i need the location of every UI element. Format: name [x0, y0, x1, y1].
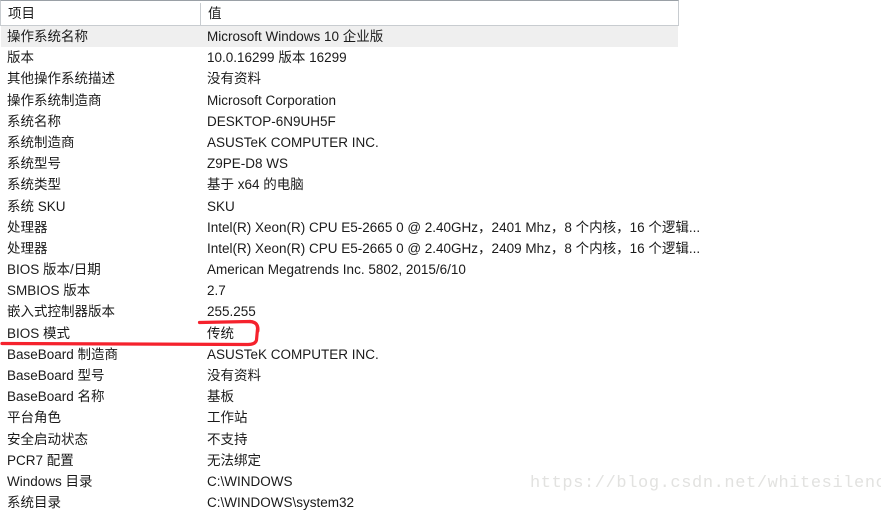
table-row[interactable]: PCR7 配置 无法绑定 [0, 450, 881, 471]
cell-item: 系统目录 [7, 495, 61, 511]
table-row[interactable]: BIOS 版本/日期 American Megatrends Inc. 5802,… [0, 259, 881, 280]
cell-value: 传统 [207, 325, 234, 341]
cell-item: 安全启动状态 [7, 431, 88, 447]
table-row[interactable]: 安全启动状态 不支持 [0, 429, 881, 450]
cell-value: Intel(R) Xeon(R) CPU E5-2665 0 @ 2.40GHz… [207, 240, 701, 256]
cell-item: PCR7 配置 [7, 452, 74, 468]
cell-item: BIOS 版本/日期 [7, 262, 101, 278]
cell-value: 基板 [207, 389, 234, 405]
system-information-table: 项目 值 操作系统名称 Microsoft Windows 10 企业版版本 10.… [0, 0, 881, 510]
cell-value: 没有资料 [207, 368, 261, 383]
cell-item: BaseBoard 制造商 [7, 346, 119, 362]
cell-item: 系统型号 [7, 156, 61, 172]
table-row[interactable]: 处理器 Intel(R) Xeon(R) CPU E5-2665 0 @ 2.40… [0, 217, 881, 238]
cell-item: BaseBoard 名称 [7, 389, 105, 405]
cell-value: 10.0.16299 版本 16299 [207, 50, 347, 66]
table-row[interactable]: 操作系统制造商 Microsoft Corporation [0, 90, 881, 111]
cell-value: American Megatrends Inc. 5802, 2015/6/10 [207, 262, 466, 278]
table-row[interactable]: 系统 SKU SKU [0, 196, 881, 217]
cell-value: 2.7 [207, 283, 226, 299]
table-row[interactable]: 系统型号 Z9PE-D8 WS [0, 153, 881, 174]
table-row[interactable]: 系统名称 DESKTOP-6N9UH5F [0, 111, 881, 132]
cell-value: 没有资料 [207, 71, 261, 87]
cell-value: SKU [207, 198, 235, 214]
table-row[interactable]: 平台角色 工作站 [0, 407, 881, 428]
cell-item: 嵌入式控制器版本 [7, 304, 115, 320]
cell-item: BaseBoard 型号 [7, 368, 105, 383]
table-row[interactable]: 嵌入式控制器版本 255.255 [0, 301, 881, 322]
cell-value: Intel(R) Xeon(R) CPU E5-2665 0 @ 2.40GHz… [207, 219, 701, 235]
cell-item: Windows 目录 [7, 473, 93, 489]
cell-value: 工作站 [207, 410, 248, 426]
column-header-item[interactable]: 项目 [8, 1, 35, 26]
cell-value: DESKTOP-6N9UH5F [207, 113, 336, 129]
cell-value: ASUSTeK COMPUTER INC. [207, 346, 379, 362]
table-row[interactable]: 版本 10.0.16299 版本 16299 [0, 47, 881, 68]
cell-item: SMBIOS 版本 [7, 283, 91, 299]
cell-item: 处理器 [7, 219, 48, 235]
cell-value: Microsoft Corporation [207, 92, 337, 108]
table-body: 操作系统名称 Microsoft Windows 10 企业版版本 10.0.162… [0, 26, 881, 513]
cell-item: 平台角色 [7, 410, 61, 426]
cell-value: 基于 x64 的电脑 [207, 177, 304, 193]
cell-item: BIOS 模式 [7, 325, 71, 341]
table-row[interactable]: 系统目录 C:\WINDOWS\system32 [0, 492, 881, 513]
cell-item: 系统类型 [7, 177, 61, 193]
cell-item: 操作系统名称 [7, 29, 88, 44]
watermark-url: https://blog.csdn.net/whitesilence [530, 474, 881, 493]
table-row[interactable]: BaseBoard 型号 没有资料 [0, 365, 881, 386]
cell-item: 系统制造商 [7, 134, 75, 150]
table-header-row: 项目 值 [0, 0, 679, 26]
cell-value: C:\WINDOWS\system32 [207, 495, 355, 511]
cell-item: 处理器 [7, 240, 48, 256]
column-resize-handle[interactable] [200, 3, 201, 25]
table-row[interactable]: SMBIOS 版本 2.7 [0, 280, 881, 301]
cell-item: 操作系统制造商 [7, 92, 102, 108]
cell-value: Microsoft Windows 10 企业版 [207, 29, 384, 44]
table-row[interactable]: BaseBoard 名称 基板 [0, 386, 881, 407]
cell-item: 系统 SKU [7, 198, 66, 214]
table-row[interactable]: 操作系统名称 Microsoft Windows 10 企业版 [0, 26, 881, 48]
table-row[interactable]: 系统类型 基于 x64 的电脑 [0, 174, 881, 195]
cell-value: 无法绑定 [207, 452, 261, 468]
table-row[interactable]: 其他操作系统描述 没有资料 [0, 68, 881, 89]
cell-value: 不支持 [207, 431, 248, 447]
table-row[interactable]: 处理器 Intel(R) Xeon(R) CPU E5-2665 0 @ 2.40… [0, 238, 881, 259]
cell-item: 版本 [7, 50, 34, 66]
table-row[interactable]: BIOS 模式 传统 [0, 323, 881, 344]
table-row[interactable]: BaseBoard 制造商 ASUSTeK COMPUTER INC. [0, 344, 881, 365]
cell-value: ASUSTeK COMPUTER INC. [207, 134, 379, 150]
cell-value: 255.255 [207, 304, 256, 320]
cell-item: 其他操作系统描述 [7, 71, 115, 87]
cell-item: 系统名称 [7, 113, 61, 129]
table-row[interactable]: 系统制造商 ASUSTeK COMPUTER INC. [0, 132, 881, 153]
cell-value: Z9PE-D8 WS [207, 156, 289, 172]
column-header-value[interactable]: 值 [208, 1, 222, 26]
